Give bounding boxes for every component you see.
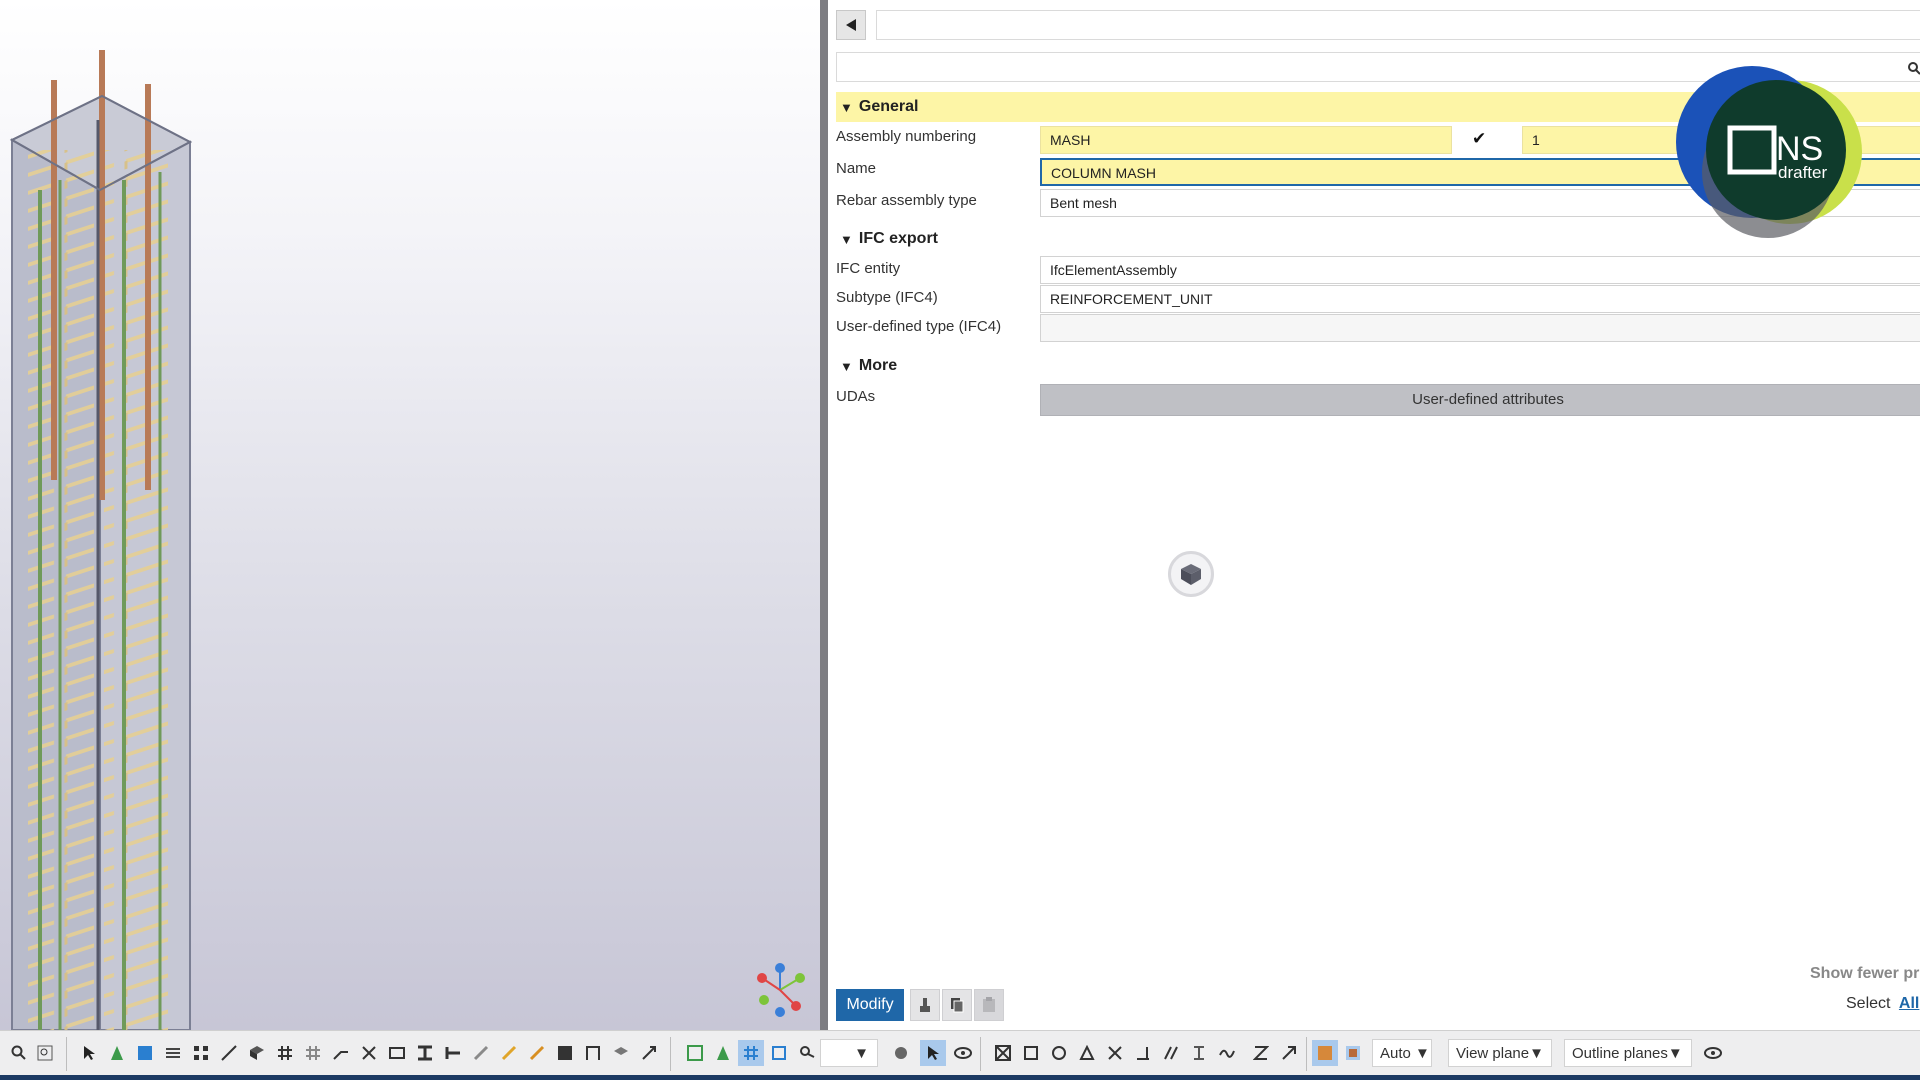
user-defined-type-label: User-defined type (IFC4) [836,318,1002,335]
snap-parallel-icon[interactable] [1158,1040,1184,1066]
model-viewport[interactable] [0,0,824,1030]
snap-free-icon[interactable] [1276,1040,1302,1066]
select-part-icon[interactable] [132,1040,158,1066]
collapse-triangle-icon: ▼ [840,358,853,374]
select-mesh-icon[interactable] [272,1040,298,1066]
ns-drafter-logo: NS drafter [1676,66,1862,238]
bottom-toolbar: ▼ Auto ▼ View plane▼ Outline planes▼ [0,1030,1920,1075]
name-label: Name [836,160,877,177]
paste-icon [983,997,995,1012]
triangle-left-icon [846,19,856,31]
cube-icon [1181,564,1201,585]
view-cube-button[interactable] [1168,551,1214,597]
select-row: Select All [1846,995,1919,1013]
property-panel: ▼ General Assembly numbering MASH ✔ 1 Na… [828,0,1920,1030]
section-title: General [858,98,919,115]
select-bolt-icon[interactable] [468,1040,494,1066]
rebar-assembly-type-label: Rebar assembly type [836,192,977,209]
snap-extension-icon[interactable] [1186,1040,1212,1066]
select-rebar-group-icon[interactable] [524,1040,550,1066]
snap-grid-icon[interactable] [738,1040,764,1066]
snap-zoom-icon[interactable] [794,1040,820,1066]
search-icon[interactable] [1907,61,1920,75]
snap-intersection-icon[interactable] [1102,1040,1128,1066]
view-plane-dropdown[interactable]: View plane▼ [1448,1039,1552,1067]
paste-button[interactable] [974,989,1004,1021]
select-all-link[interactable]: All [1899,995,1919,1012]
copy-button[interactable] [942,989,972,1021]
snap-override-icon[interactable] [1312,1040,1338,1066]
pick-hand-icon [920,998,930,1012]
snap-square-icon[interactable] [1018,1040,1044,1066]
select-beam-icon[interactable] [412,1040,438,1066]
axis-indicator-icon[interactable] [752,960,812,1020]
select-cast-unit-icon[interactable] [580,1040,606,1066]
collapse-panel-button[interactable] [836,10,866,40]
show-fewer-properties-link[interactable]: Show fewer pro [1810,965,1920,983]
status-strip [0,1075,1920,1080]
smart-select-icon[interactable] [920,1040,946,1066]
select-point-icon[interactable] [104,1040,130,1066]
section-more[interactable]: ▼ More [836,351,1920,381]
plane-mode-dropdown[interactable]: Auto ▼ [1372,1039,1432,1067]
snap-depth-dropdown[interactable]: ▼ [820,1039,878,1067]
select-grid-icon[interactable] [188,1040,214,1066]
section-title: More [858,357,898,374]
select-label: Select [1846,995,1891,1012]
section-title: IFC export [858,230,938,247]
assembly-numbering-label: Assembly numbering [836,128,977,145]
snap-geometry-icon[interactable] [710,1040,736,1066]
object-title-field[interactable] [876,10,1920,40]
select-edge-icon[interactable] [328,1040,354,1066]
outline-planes-dropdown[interactable]: Outline planes▼ [1564,1039,1692,1067]
select-rebar-icon[interactable] [496,1040,522,1066]
select-reinforcement-icon[interactable] [300,1040,326,1066]
cut-icon[interactable] [356,1040,382,1066]
logo-sub-text: drafter [1778,163,1827,182]
select-column-icon[interactable] [440,1040,466,1066]
modify-button[interactable]: Modify [836,989,904,1021]
select-layer-icon[interactable] [608,1040,634,1066]
select-assembly-icon[interactable] [552,1040,578,1066]
snap-points-icon[interactable] [766,1040,792,1066]
user-defined-attributes-button[interactable]: User-defined attributes [1040,384,1920,416]
snap-triangle-icon[interactable] [1074,1040,1100,1066]
collapse-triangle-icon: ▼ [840,99,853,115]
zoom-window-icon[interactable] [32,1040,58,1066]
collapse-triangle-icon: ▼ [840,231,853,247]
copy-icon [951,998,964,1013]
select-object-icon[interactable] [244,1040,270,1066]
select-weld-icon[interactable] [160,1040,186,1066]
assembly-prefix-field[interactable]: MASH [1040,126,1452,154]
snap-circle-icon[interactable] [1046,1040,1072,1066]
rebar-column-model [9,50,193,1030]
ifc-entity-field[interactable]: IfcElementAssembly [1040,256,1920,284]
subtype-field[interactable]: REINFORCEMENT_UNIT [1040,285,1920,313]
udas-label: UDAs [836,388,876,405]
snap-curve-icon[interactable] [1214,1040,1240,1066]
snap-reference-icon[interactable] [682,1040,708,1066]
select-plane-icon[interactable] [384,1040,410,1066]
snap-nearest-icon[interactable] [1248,1040,1274,1066]
ifc-entity-label: IFC entity [836,260,901,277]
select-line-icon[interactable] [216,1040,242,1066]
zoom-icon[interactable] [6,1040,32,1066]
subtype-label: Subtype (IFC4) [836,289,938,306]
user-defined-type-field[interactable] [1040,314,1920,342]
visibility-eye-icon[interactable] [950,1040,976,1066]
pattern-icon[interactable] [888,1040,914,1066]
panel-splitter[interactable] [820,0,828,1030]
select-connection-icon[interactable] [636,1040,662,1066]
snap-perpendicular-icon[interactable] [1130,1040,1156,1066]
outline-visibility-eye-icon[interactable] [1700,1040,1726,1066]
select-arrow-icon[interactable] [76,1040,102,1066]
snap-cross-box-icon[interactable] [990,1040,1016,1066]
pick-button[interactable] [910,989,940,1021]
checkmark-icon[interactable]: ✔ [1472,129,1486,149]
snap-override-2-icon[interactable] [1340,1040,1366,1066]
